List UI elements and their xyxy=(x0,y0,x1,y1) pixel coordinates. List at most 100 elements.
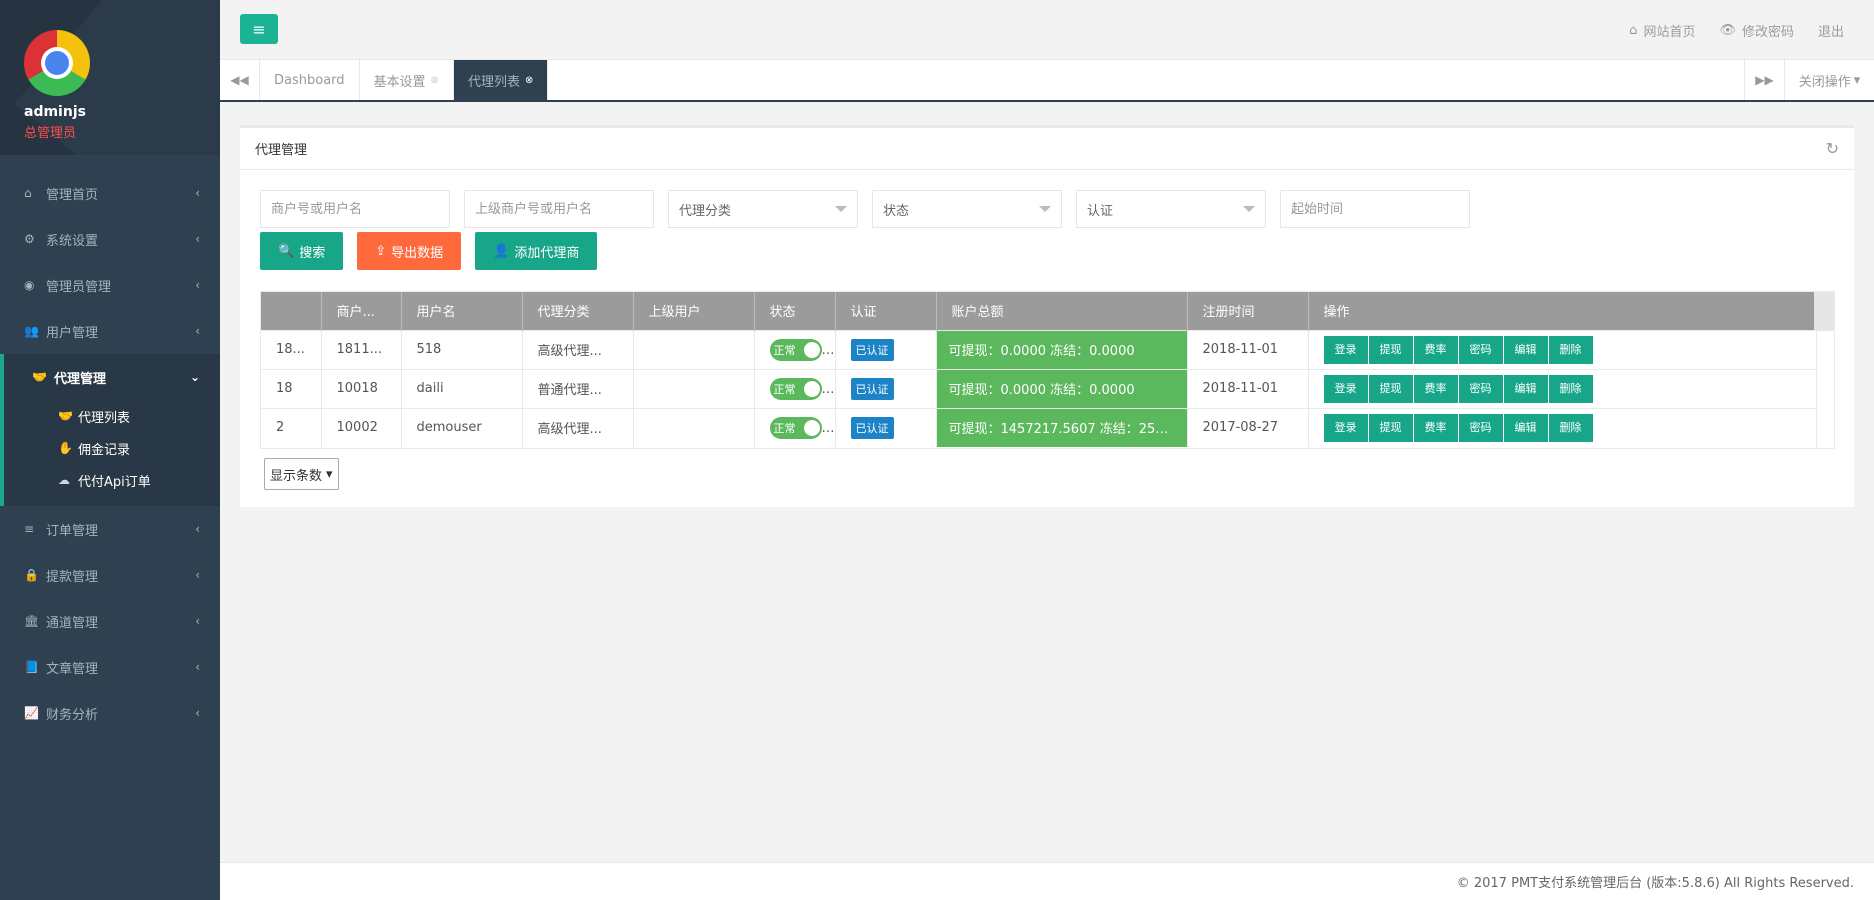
table-scrollbar-header xyxy=(1814,292,1834,331)
column-header[interactable]: 账户总额 xyxy=(936,292,1188,330)
auth-select[interactable]: 认证 xyxy=(1076,190,1266,228)
login-button[interactable]: 登录 xyxy=(1323,374,1368,403)
column-header[interactable]: 认证 xyxy=(835,292,937,330)
sidebar-item-channel-management[interactable]: 🏛 通道管理 ‹ xyxy=(0,598,220,644)
home-icon: ⌂ xyxy=(24,186,32,200)
edit-button[interactable]: 编辑 xyxy=(1503,413,1548,442)
chevron-left-icon: ‹ xyxy=(195,568,200,582)
select-label: 代理分类 xyxy=(679,203,732,219)
sidebar-item-home[interactable]: ⌂ 管理首页 ‹ xyxy=(0,170,220,216)
caret-down-icon xyxy=(1039,206,1051,212)
tab-label: 基本设置 xyxy=(373,74,426,90)
export-button-label: 导出数据 xyxy=(391,245,444,261)
tab-dashboard[interactable]: Dashboard xyxy=(260,60,360,100)
chevron-left-icon: ‹ xyxy=(195,660,200,674)
column-header[interactable]: 用户名 xyxy=(401,292,523,330)
column-header[interactable]: 注册时间 xyxy=(1187,292,1309,330)
sidebar-item-label: 管理首页 xyxy=(46,187,99,203)
tabs-scroll-left-button[interactable]: ◀◀ xyxy=(220,60,260,100)
close-icon[interactable]: ⊗ xyxy=(431,75,439,86)
close-icon[interactable]: ⊗ xyxy=(525,75,533,86)
tab-basic-settings[interactable]: 基本设置 ⊗ xyxy=(360,60,454,100)
action-buttons: 🔍 搜索 ⇪ 导出数据 👤 添加代理商 xyxy=(260,232,598,270)
submenu-item-commission-records[interactable]: ✋ 佣金记录 xyxy=(4,432,220,464)
menu-toggle-button[interactable]: ≡ xyxy=(240,14,278,44)
edit-button[interactable]: 编辑 xyxy=(1503,335,1548,364)
column-header[interactable]: 上级用户 xyxy=(633,292,755,330)
export-button[interactable]: ⇪ 导出数据 xyxy=(357,232,462,270)
submenu-item-agent-list[interactable]: 🤝 代理列表 xyxy=(4,400,220,432)
add-agent-button[interactable]: 👤 添加代理商 xyxy=(475,232,598,270)
agent-table: 商户... 用户名 代理分类 上级用户 状态 认证 账户总额 注册时间 操作 1… xyxy=(261,292,1817,447)
rate-button[interactable]: 费率 xyxy=(1413,374,1458,403)
withdraw-button[interactable]: 提现 xyxy=(1368,374,1413,403)
cell-status: 正常 xyxy=(754,368,836,408)
withdraw-button[interactable]: 提现 xyxy=(1368,335,1413,364)
submenu-item-payout-api-orders[interactable]: ☁ 代付Api订单 xyxy=(4,464,220,496)
merchant-search-input[interactable] xyxy=(260,190,450,228)
eye-icon: 👁 xyxy=(1719,22,1736,38)
start-time-input[interactable] xyxy=(1280,190,1470,228)
change-password-link[interactable]: 👁 修改密码 xyxy=(1719,21,1794,40)
footer: © 2017 PMT支付系统管理后台 (版本:5.8.6) All Rights… xyxy=(220,862,1874,900)
rate-button[interactable]: 费率 xyxy=(1413,335,1458,364)
edit-button[interactable]: 编辑 xyxy=(1503,374,1548,403)
status-select[interactable]: 状态 xyxy=(872,190,1062,228)
add-agent-button-label: 添加代理商 xyxy=(514,245,580,261)
cell-balance: 可提现：0.0000 冻结：0.0000 xyxy=(936,368,1188,408)
site-home-link[interactable]: ⌂ 网站首页 xyxy=(1629,21,1695,40)
sidebar-item-order-management[interactable]: ≡ 订单管理 ‹ xyxy=(0,506,220,552)
column-header[interactable]: 状态 xyxy=(754,292,836,330)
agent-category-select[interactable]: 代理分类 xyxy=(668,190,858,228)
search-button-label: 搜索 xyxy=(299,245,326,261)
sidebar-item-label: 系统设置 xyxy=(46,233,99,249)
delete-button[interactable]: 删除 xyxy=(1548,374,1593,403)
page-size-dropdown[interactable]: 显示条数 ▾ xyxy=(264,458,339,490)
delete-button[interactable]: 删除 xyxy=(1548,413,1593,442)
tabs-scroll-right-button[interactable]: ▶▶ xyxy=(1744,60,1784,100)
chevron-left-icon: ‹ xyxy=(195,278,200,292)
cell-status: 正常 xyxy=(754,329,836,369)
logout-link[interactable]: 退出 xyxy=(1818,21,1844,40)
login-button[interactable]: 登录 xyxy=(1323,335,1368,364)
user-circle-icon: ◉ xyxy=(24,278,35,292)
password-button[interactable]: 密码 xyxy=(1458,374,1503,403)
cell-category: 高级代理... xyxy=(522,329,634,369)
sidebar-item-agent-management[interactable]: 🤝 代理管理 ⌄ xyxy=(4,354,220,400)
column-header[interactable] xyxy=(261,292,322,330)
cell-id: 18... xyxy=(261,329,322,369)
lock-icon: 🔒 xyxy=(24,568,39,582)
sidebar: adminjs 总管理员 ⌂ 管理首页 ‹ ⚙ 系统设置 ‹ ◉ 管理员管理 ‹… xyxy=(0,0,220,900)
sidebar-item-user-management[interactable]: 👥 用户管理 ‹ xyxy=(0,308,220,354)
avatar[interactable] xyxy=(24,30,90,96)
status-toggle[interactable]: 正常 xyxy=(769,338,822,361)
column-header[interactable]: 商户... xyxy=(321,292,402,330)
search-button[interactable]: 🔍 搜索 xyxy=(260,232,344,270)
tab-agent-list[interactable]: 代理列表 ⊗ xyxy=(453,60,549,100)
status-toggle[interactable]: 正常 xyxy=(769,377,822,400)
sidebar-item-withdrawal-management[interactable]: 🔒 提款管理 ‹ xyxy=(0,552,220,598)
password-button[interactable]: 密码 xyxy=(1458,413,1503,442)
sidebar-item-admin-management[interactable]: ◉ 管理员管理 ‹ xyxy=(0,262,220,308)
panel-header: 代理管理 ↻ xyxy=(240,128,1854,170)
status-toggle[interactable]: 正常 xyxy=(769,416,822,439)
cell-parent xyxy=(633,407,755,447)
column-header[interactable]: 代理分类 xyxy=(522,292,634,330)
password-button[interactable]: 密码 xyxy=(1458,335,1503,364)
refresh-icon[interactable]: ↻ xyxy=(1826,139,1839,158)
list-icon: ≡ xyxy=(24,522,35,536)
delete-button[interactable]: 删除 xyxy=(1548,335,1593,364)
sidebar-item-article-management[interactable]: 📘 文章管理 ‹ xyxy=(0,644,220,690)
chevron-left-icon: ‹ xyxy=(195,522,200,536)
backward-icon: ◀◀ xyxy=(230,73,249,87)
close-operations-dropdown[interactable]: 关闭操作 ▾ xyxy=(1784,60,1874,100)
login-button[interactable]: 登录 xyxy=(1323,413,1368,442)
parent-merchant-input[interactable] xyxy=(464,190,654,228)
table-row: 18... 1811... 518 高级代理... 正常 已认证 可提现：0.0… xyxy=(261,329,1817,369)
forward-icon: ▶▶ xyxy=(1755,73,1774,87)
sidebar-item-financial-analysis[interactable]: 📈 财务分析 ‹ xyxy=(0,690,220,736)
rate-button[interactable]: 费率 xyxy=(1413,413,1458,442)
withdraw-button[interactable]: 提现 xyxy=(1368,413,1413,442)
sidebar-item-system-settings[interactable]: ⚙ 系统设置 ‹ xyxy=(0,216,220,262)
cell-reg-date: 2018-11-01 xyxy=(1187,368,1309,408)
